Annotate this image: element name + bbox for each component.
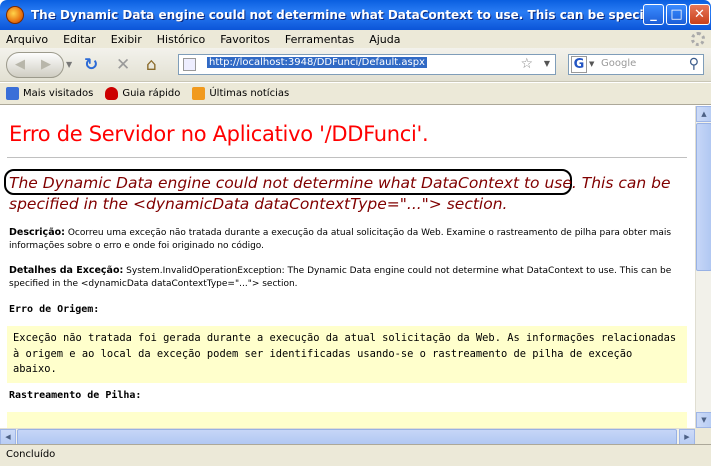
window-title-bar[interactable]: The Dynamic Data engine could not determ… (0, 0, 711, 30)
exception-label: Detalhes da Exceção: (9, 265, 124, 276)
url-dropdown-icon[interactable]: ▼ (544, 59, 550, 68)
bookmark-label: Guia rápido (122, 88, 181, 99)
search-icon[interactable]: ⚲ (689, 56, 699, 72)
menu-editar[interactable]: Editar (63, 33, 96, 46)
stack-trace-box (7, 412, 687, 428)
scroll-up-arrow-icon[interactable]: ▲ (696, 106, 711, 122)
history-dropdown-icon[interactable]: ▼ (66, 60, 72, 69)
maximize-button[interactable]: □ (666, 4, 687, 25)
minimize-button[interactable]: _ (643, 4, 664, 25)
back-button-icon[interactable]: ◀ (15, 57, 25, 72)
divider (7, 157, 687, 158)
vertical-scroll-thumb[interactable] (696, 123, 711, 271)
scroll-left-arrow-icon[interactable]: ◀ (0, 429, 16, 445)
source-error-heading: Erro de Origem: (9, 304, 100, 315)
throbber-icon (691, 32, 705, 46)
horizontal-scroll-thumb[interactable] (17, 429, 677, 445)
menu-ajuda[interactable]: Ajuda (369, 33, 400, 46)
close-button[interactable]: ✕ (689, 4, 710, 25)
navigation-toolbar: ◀ ▶ ▼ ↻ ✕ ⌂ http://localhost:3948/DDFunc… (0, 48, 711, 82)
menu-arquivo[interactable]: Arquivo (6, 33, 48, 46)
rss-icon (192, 87, 206, 100)
page-title: Erro de Servidor no Aplicativo '/DDFunci… (9, 122, 429, 146)
stop-icon[interactable]: ✕ (116, 55, 130, 75)
horizontal-scrollbar[interactable]: ◀ ▶ (0, 428, 695, 445)
firefox-logo-icon (6, 6, 24, 24)
back-forward-group: ◀ ▶ (6, 52, 64, 78)
bookmark-guia-rapido[interactable]: Guia rápido (105, 87, 180, 100)
status-text: Concluído (6, 449, 56, 460)
search-placeholder[interactable]: Google (601, 58, 636, 69)
stack-trace-heading: Rastreamento de Pilha: (9, 390, 142, 401)
bookmark-ultimas-noticias[interactable]: Últimas notícias (192, 87, 289, 100)
page-favicon-icon (183, 58, 196, 71)
scroll-down-arrow-icon[interactable]: ▼ (696, 412, 711, 428)
scrollbar-corner (695, 428, 711, 444)
google-engine-icon[interactable]: G (571, 56, 587, 73)
bookmark-star-icon[interactable]: ☆ (520, 56, 533, 72)
page-content: Erro de Servidor no Aplicativo '/DDFunci… (0, 106, 695, 428)
search-box[interactable]: G ▼ Google ⚲ (568, 54, 704, 75)
source-error-box: Exceção não tratada foi gerada durante a… (7, 326, 687, 383)
bookmarks-toolbar: Mais visitados Guia rápido Últimas notíc… (0, 83, 711, 105)
description-label: Descrição: (9, 227, 65, 238)
search-engine-dropdown-icon[interactable]: ▼ (589, 60, 594, 68)
bookmark-label: Últimas notícias (209, 88, 290, 99)
description-text: Ocorreu uma exceção não tratada durante … (9, 228, 672, 251)
redhat-icon (105, 87, 119, 100)
description-block: Descrição: Ocorreu uma exceção não trata… (9, 227, 685, 252)
home-icon[interactable]: ⌂ (146, 55, 157, 75)
vertical-scrollbar[interactable]: ▲ ▼ (695, 106, 711, 428)
bookmark-label: Mais visitados (23, 88, 94, 99)
menu-historico[interactable]: Histórico (157, 33, 205, 46)
url-text[interactable]: http://localhost:3948/DDFunci/Default.as… (207, 57, 427, 68)
address-bar[interactable]: http://localhost:3948/DDFunci/Default.as… (178, 54, 556, 75)
menu-bar: Arquivo Editar Exibir Histórico Favorito… (0, 30, 711, 48)
menu-exibir[interactable]: Exibir (111, 33, 142, 46)
bookmark-folder-icon (6, 87, 19, 100)
exception-details-block: Detalhes da Exceção: System.InvalidOpera… (9, 265, 685, 290)
menu-ferramentas[interactable]: Ferramentas (285, 33, 354, 46)
scroll-right-arrow-icon[interactable]: ▶ (679, 429, 695, 445)
error-message: The Dynamic Data engine could not determ… (9, 174, 671, 213)
forward-button-icon[interactable]: ▶ (41, 57, 51, 72)
reload-icon[interactable]: ↻ (84, 55, 98, 75)
window-title: The Dynamic Data engine could not determ… (31, 8, 651, 22)
menu-favoritos[interactable]: Favoritos (220, 33, 270, 46)
bookmark-mais-visitados[interactable]: Mais visitados (6, 87, 93, 100)
status-bar: Concluído (0, 444, 711, 466)
